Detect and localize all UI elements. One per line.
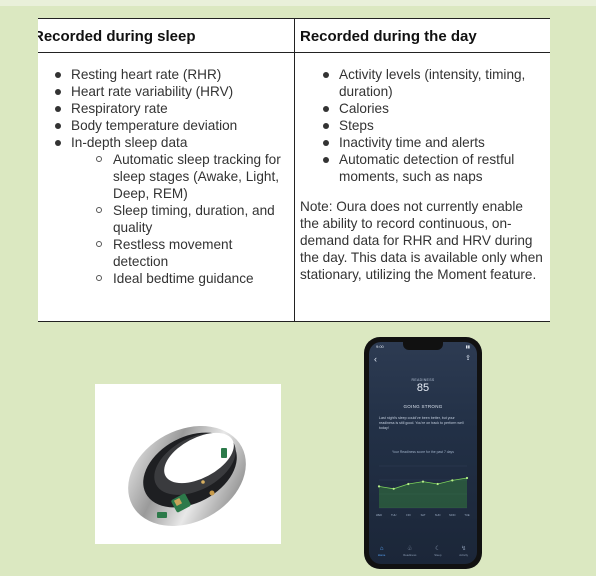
day-metrics-list: Activity levels (intensity, timing, dura… xyxy=(318,66,548,185)
trend-point xyxy=(407,482,410,486)
sublist-item: Automatic sleep tracking for sleep stage… xyxy=(92,151,286,202)
list-item: Calories xyxy=(318,100,548,117)
list-item: Automatic detection of restful moments, … xyxy=(318,151,548,185)
trend-point xyxy=(436,482,439,486)
sleep-data-sublist: Automatic sleep tracking for sleep stage… xyxy=(92,151,286,287)
left-column-header: Recorded during sleep xyxy=(38,28,196,45)
trend-caption: Your Readiness score for the past 7 days xyxy=(392,450,454,454)
sublist-item: Restless movement detection xyxy=(92,236,286,270)
list-item-label: In-depth sleep data xyxy=(71,135,188,150)
sublist-item: Sleep timing, duration, and quality xyxy=(92,202,286,236)
x-tick-label: MON xyxy=(449,513,455,517)
trend-point xyxy=(421,480,425,483)
sleep-metrics-list: Resting heart rate (RHR) Heart rate vari… xyxy=(50,66,286,287)
trend-point xyxy=(392,487,395,490)
share-icon[interactable]: ⇪ xyxy=(465,354,471,362)
ring-illustration xyxy=(128,426,246,526)
phone-mockup: 9:00 ▮▮ ‹ ⇪ READINESS 85 GOING STRONG La… xyxy=(364,337,482,569)
note-text: Note: Oura does not currently enable the… xyxy=(300,199,543,282)
oura-ring-image xyxy=(95,384,281,544)
readiness-icon: ♧ xyxy=(407,546,413,552)
trend-point xyxy=(451,479,454,482)
phone-notch xyxy=(403,342,443,350)
list-item: Resting heart rate (RHR) xyxy=(50,66,286,83)
list-item: In-depth sleep data Automatic sleep trac… xyxy=(50,134,286,287)
x-tick-label: SAT xyxy=(421,513,426,517)
list-item: Steps xyxy=(318,117,548,134)
x-tick-label: FRI xyxy=(406,513,410,517)
x-tick-label: THU xyxy=(391,513,396,517)
tab-label: Activity xyxy=(459,553,469,557)
list-item: Body temperature deviation xyxy=(50,117,286,134)
readiness-status: GOING STRONG xyxy=(403,404,443,409)
status-time: 9:00 xyxy=(376,344,384,349)
list-item: Respiratory rate xyxy=(50,100,286,117)
sublist-item: Ideal bedtime guidance xyxy=(92,270,286,287)
readiness-score: 85 xyxy=(416,382,430,394)
right-column-header: Recorded during the day xyxy=(300,28,477,45)
list-item: Inactivity time and alerts xyxy=(318,134,548,151)
comparison-table: Recorded during sleep Recorded during th… xyxy=(38,18,550,322)
top-band xyxy=(0,0,596,6)
list-item: Heart rate variability (HRV) xyxy=(50,83,286,100)
activity-icon: ↯ xyxy=(461,546,467,552)
bottom-tab-bar: ⌂ Home ♧ Readiness ☾ Sleep ↯ Activity xyxy=(369,546,477,564)
tab-readiness[interactable]: ♧ Readiness xyxy=(403,546,416,557)
sleep-icon: ☾ xyxy=(435,546,441,552)
tab-label: Readiness xyxy=(403,553,417,557)
back-arrow-icon[interactable]: ‹ xyxy=(374,354,377,364)
tab-activity[interactable]: ↯ Activity xyxy=(459,546,468,557)
readiness-message: Last night's sleep could've been better,… xyxy=(379,416,464,430)
oura-app-screen: 9:00 ▮▮ ‹ ⇪ READINESS 85 GOING STRONG La… xyxy=(369,342,477,564)
home-icon: ⌂ xyxy=(379,546,384,552)
list-item: Activity levels (intensity, timing, dura… xyxy=(318,66,548,100)
sleep-list-column: Resting heart rate (RHR) Heart rate vari… xyxy=(50,66,286,287)
tab-home[interactable]: ⌂ Home xyxy=(378,546,385,557)
tab-label: Sleep xyxy=(434,553,442,557)
x-tick-label: SUN xyxy=(435,513,441,517)
tab-sleep[interactable]: ☾ Sleep xyxy=(434,546,441,557)
x-tick-label: WED xyxy=(376,513,382,517)
trend-point xyxy=(465,476,469,480)
readiness-trend-chart: WED THU FRI SAT SUN MON TUE xyxy=(376,465,470,517)
x-tick-label: TUE xyxy=(464,513,469,517)
battery-icon: ▮▮ xyxy=(465,344,470,349)
day-list-column: Activity levels (intensity, timing, dura… xyxy=(318,66,548,185)
table-column-divider xyxy=(294,18,295,322)
trend-point xyxy=(377,485,381,488)
tab-label: Home xyxy=(377,553,386,557)
